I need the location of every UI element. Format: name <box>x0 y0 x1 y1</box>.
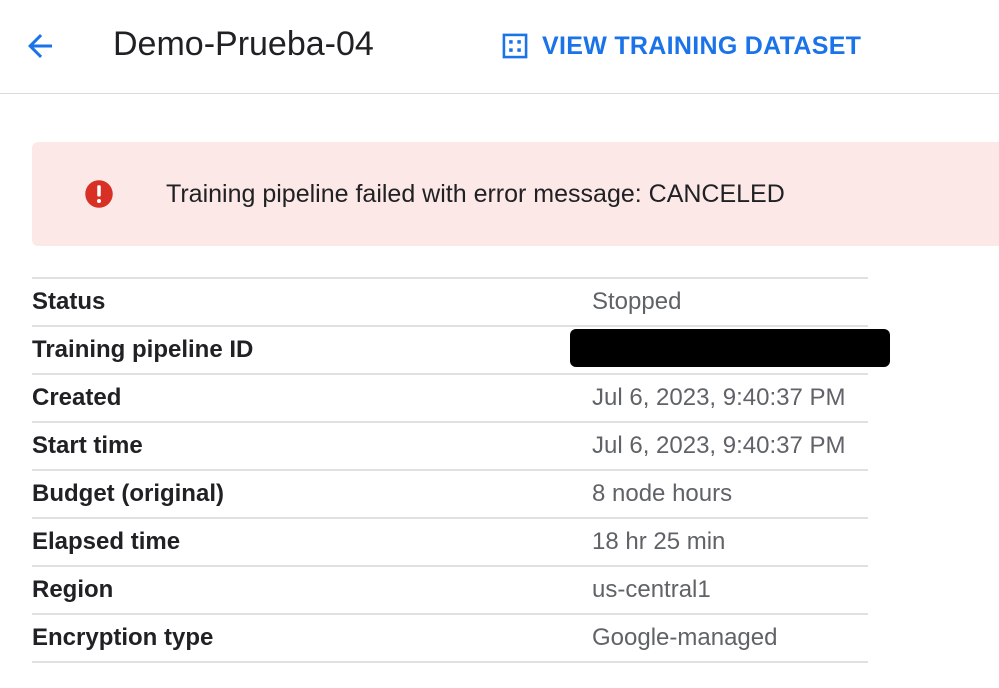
details-row-region: Region us-central1 <box>32 567 868 615</box>
details-row-elapsed-time: Elapsed time 18 hr 25 min <box>32 519 868 567</box>
budget-label: Budget (original) <box>32 480 224 507</box>
elapsed-time-value: 18 hr 25 min <box>592 528 726 555</box>
pipeline-id-redaction <box>570 329 890 367</box>
pipeline-id-label: Training pipeline ID <box>32 336 254 363</box>
start-time-label: Start time <box>32 432 143 459</box>
region-value: us-central1 <box>592 576 711 603</box>
created-label: Created <box>32 384 122 411</box>
budget-value: 8 node hours <box>592 480 733 507</box>
details-row-budget: Budget (original) 8 node hours <box>32 471 868 519</box>
details-table: Status Stopped Training pipeline ID Crea… <box>32 277 890 663</box>
page-header: Demo-Prueba-04 VIEW TRAINING DATASET <box>0 0 999 94</box>
start-time-value: Jul 6, 2023, 9:40:37 PM <box>592 432 846 459</box>
error-banner: Training pipeline failed with error mess… <box>32 142 999 246</box>
encryption-value: Google-managed <box>592 624 778 651</box>
status-value: Stopped <box>592 288 682 315</box>
view-training-dataset-label: VIEW TRAINING DATASET <box>542 31 862 60</box>
details-row-created: Created Jul 6, 2023, 9:40:37 PM <box>32 375 868 423</box>
details-row-start-time: Start time Jul 6, 2023, 9:40:37 PM <box>32 423 868 471</box>
details-row-status: Status Stopped <box>32 279 868 327</box>
elapsed-time-label: Elapsed time <box>32 528 181 555</box>
status-label: Status <box>32 288 106 315</box>
created-value: Jul 6, 2023, 9:40:37 PM <box>592 384 846 411</box>
back-button[interactable] <box>18 26 62 66</box>
dataset-grid-icon <box>498 29 532 63</box>
view-training-dataset-button[interactable]: VIEW TRAINING DATASET <box>498 26 861 66</box>
arrow-left-icon <box>28 34 52 58</box>
page-title: Demo-Prueba-04 <box>113 25 374 63</box>
error-icon <box>85 180 113 208</box>
encryption-label: Encryption type <box>32 624 214 651</box>
region-label: Region <box>32 576 114 603</box>
details-row-pipeline-id: Training pipeline ID <box>32 327 890 375</box>
details-row-encryption: Encryption type Google-managed <box>32 615 868 663</box>
error-message: Training pipeline failed with error mess… <box>166 180 785 208</box>
